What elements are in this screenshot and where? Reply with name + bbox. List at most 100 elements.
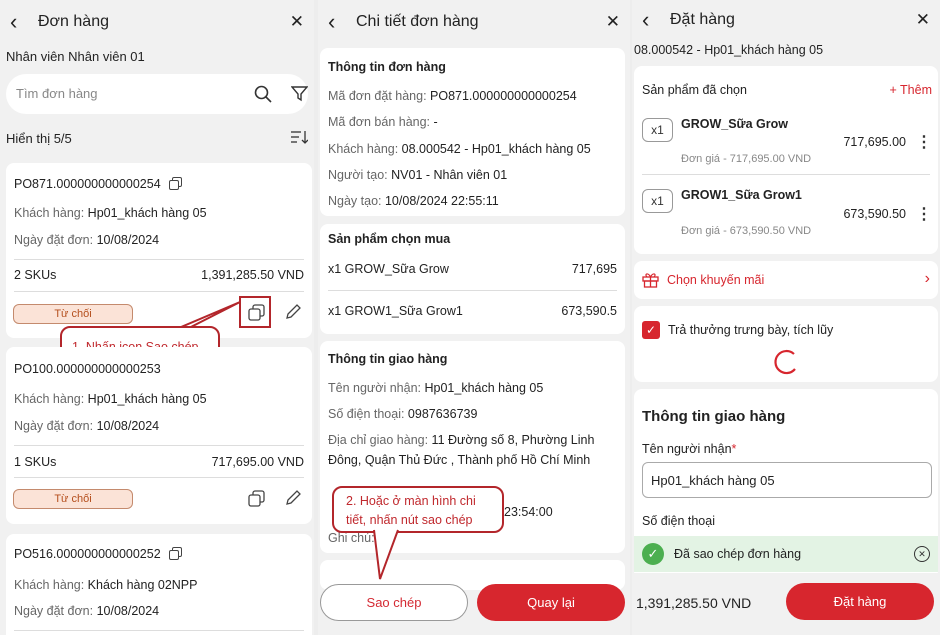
required-mark: *	[731, 442, 737, 456]
recipient-label: Tên người nhận	[642, 442, 732, 456]
promotion-label: Chọn khuyến mãi	[667, 273, 765, 287]
customer-subtitle: 08.000542 - Hp01_khách hàng 05	[634, 43, 824, 57]
divider	[328, 290, 617, 291]
product-name: x1 GROW_Sữa Grow	[328, 262, 449, 276]
chevron-right-icon[interactable]: ›	[925, 270, 930, 288]
add-product-link[interactable]: + Thêm	[890, 83, 933, 97]
info-label: Người tạo:	[328, 168, 392, 182]
product-name: x1 GROW1_Sữa Grow1	[328, 304, 463, 318]
sku-count: 1 SKUs	[14, 455, 57, 469]
divider	[14, 291, 304, 292]
back-arrow-icon[interactable]: ‹	[10, 11, 38, 33]
copy-icon[interactable]	[169, 547, 182, 560]
order-code: PO100.000000000000253	[14, 362, 161, 376]
reward-label: Trả thưởng trưng bày, tích lũy	[668, 323, 834, 337]
search-box[interactable]: Tìm đơn hàng	[6, 74, 308, 114]
close-icon[interactable]: ✕	[290, 12, 304, 32]
divider	[14, 259, 304, 260]
customer-value: Khách hàng 02NPP	[87, 578, 198, 592]
place-order-panel: ‹ Đặt hàng ✕ 08.000542 - Hp01_khách hàng…	[632, 0, 940, 635]
phone-value: 0987636739	[407, 407, 478, 421]
info-value: NV01 - Nhân viên 01	[391, 168, 508, 182]
promotion-row[interactable]: Chọn khuyến mãi ›	[634, 261, 938, 299]
recipient-input-value[interactable]: Hp01_khách hàng 05	[651, 473, 775, 488]
section-title: Thông tin giao hàng	[328, 352, 448, 366]
reward-card: ✓ Trả thưởng trưng bày, tích lũy	[634, 306, 938, 382]
order-card[interactable]: PO100.000000000000253 Khách hàng: Hp01_k…	[6, 347, 312, 524]
info-label: Khách hàng:	[328, 142, 402, 156]
unit-price: Đơn giá - 673,590.50 VND	[681, 225, 812, 237]
checkbox-checked-icon[interactable]: ✓	[642, 321, 660, 339]
section-title: Sản phẩm đã chọn	[642, 83, 747, 97]
phone-label: Số điện thoại	[642, 514, 715, 528]
order-code: PO516.000000000000252	[14, 547, 161, 561]
callout-pointer	[373, 529, 399, 580]
recipient-label: Tên người nhận:	[328, 381, 425, 395]
close-icon[interactable]: ✕	[916, 10, 930, 30]
page-title: Chi tiết đơn hàng	[356, 13, 479, 30]
order-list-panel: ‹ Đơn hàng ✕ Nhân viên Nhân viên 01 Tìm …	[0, 0, 314, 635]
success-check-icon: ✓	[642, 543, 664, 565]
copy-button[interactable]: Sao chép	[320, 584, 468, 621]
sort-icon[interactable]	[290, 129, 308, 145]
close-icon[interactable]: ✕	[606, 12, 620, 32]
back-arrow-icon[interactable]: ‹	[328, 11, 356, 33]
search-icon[interactable]	[254, 85, 272, 103]
order-info-card: Thông tin đơn hàng Mã đơn đặt hàng: PO87…	[320, 48, 625, 216]
section-title: Sản phẩm chọn mua	[328, 232, 451, 246]
copy-icon[interactable]	[169, 177, 182, 190]
more-options-icon[interactable]: ⋮	[916, 132, 932, 152]
order-card[interactable]: PO516.000000000000252 Khách hàng: Khách …	[6, 534, 312, 635]
info-value: 10/08/2024 22:55:11	[384, 194, 499, 208]
date-value: 10/08/2024	[96, 604, 160, 618]
place-order-button[interactable]: Đặt hàng	[786, 583, 934, 620]
search-input[interactable]: Tìm đơn hàng	[16, 86, 98, 101]
date-label: Ngày đặt đơn:	[14, 233, 97, 247]
quantity-box[interactable]: x1	[642, 118, 673, 142]
info-value: 08.000542 - Hp01_khách hàng 05	[401, 142, 591, 156]
product-name: GROW_Sữa Grow	[681, 117, 788, 131]
copy-icon[interactable]	[248, 490, 265, 507]
employee-name: Nhân viên Nhân viên 01	[6, 49, 145, 64]
more-options-icon[interactable]: ⋮	[916, 204, 932, 224]
header: ‹ Chi tiết đơn hàng ✕	[318, 0, 630, 44]
back-arrow-icon[interactable]: ‹	[642, 9, 670, 31]
toast-close-icon[interactable]: ✕	[914, 546, 930, 562]
date-value: 10/08/2024	[96, 419, 160, 433]
date-value: 10/08/2024	[96, 233, 160, 247]
date-label: Ngày đặt đơn:	[14, 604, 97, 618]
toast-message: Đã sao chép đơn hàng	[674, 547, 802, 561]
copy-icon[interactable]	[248, 304, 265, 321]
sku-count: 2 SKUs	[14, 268, 57, 282]
customer-label: Khách hàng:	[14, 392, 88, 406]
showing-count: Hiển thị 5/5	[6, 131, 72, 146]
bottom-bar: 1,391,285.50 VND Đặt hàng	[632, 573, 940, 635]
section-title: Thông tin đơn hàng	[328, 60, 446, 74]
product-total: 673,590.50	[843, 207, 906, 221]
info-label: Ngày tạo:	[328, 194, 385, 208]
recipient-value: Hp01_khách hàng 05	[424, 381, 544, 395]
info-label: Mã đơn bán hàng:	[328, 115, 434, 129]
filter-icon[interactable]	[291, 85, 308, 102]
order-card[interactable]: PO871.000000000000254 Khách hàng: Hp01_k…	[6, 163, 312, 338]
order-detail-panel: ‹ Chi tiết đơn hàng ✕ Thông tin đơn hàng…	[318, 0, 630, 635]
info-label: Mã đơn đặt hàng:	[328, 89, 431, 103]
loading-spinner-icon	[774, 349, 796, 375]
edit-icon[interactable]	[284, 489, 302, 507]
status-badge: Từ chối	[13, 489, 133, 509]
customer-label: Khách hàng:	[14, 206, 88, 220]
status-badge: Từ chối	[13, 304, 133, 324]
page-title: Đơn hàng	[38, 13, 109, 30]
back-button[interactable]: Quay lại	[477, 584, 625, 621]
info-value: PO871.000000000000254	[430, 89, 577, 103]
customer-value: Hp01_khách hàng 05	[87, 206, 207, 220]
divider	[642, 174, 930, 175]
callout-line: 2. Hoặc ở màn hình chi	[346, 494, 476, 508]
quantity-box[interactable]: x1	[642, 189, 673, 213]
products-card: Sản phẩm chọn mua x1 GROW_Sữa Grow 717,6…	[320, 224, 625, 334]
recipient-input[interactable]: Hp01_khách hàng 05	[642, 462, 932, 498]
customer-label: Khách hàng:	[14, 578, 88, 592]
edit-icon[interactable]	[284, 303, 302, 321]
product-total: 717,695.00	[843, 135, 906, 149]
header: ‹ Đặt hàng ✕	[632, 0, 940, 40]
